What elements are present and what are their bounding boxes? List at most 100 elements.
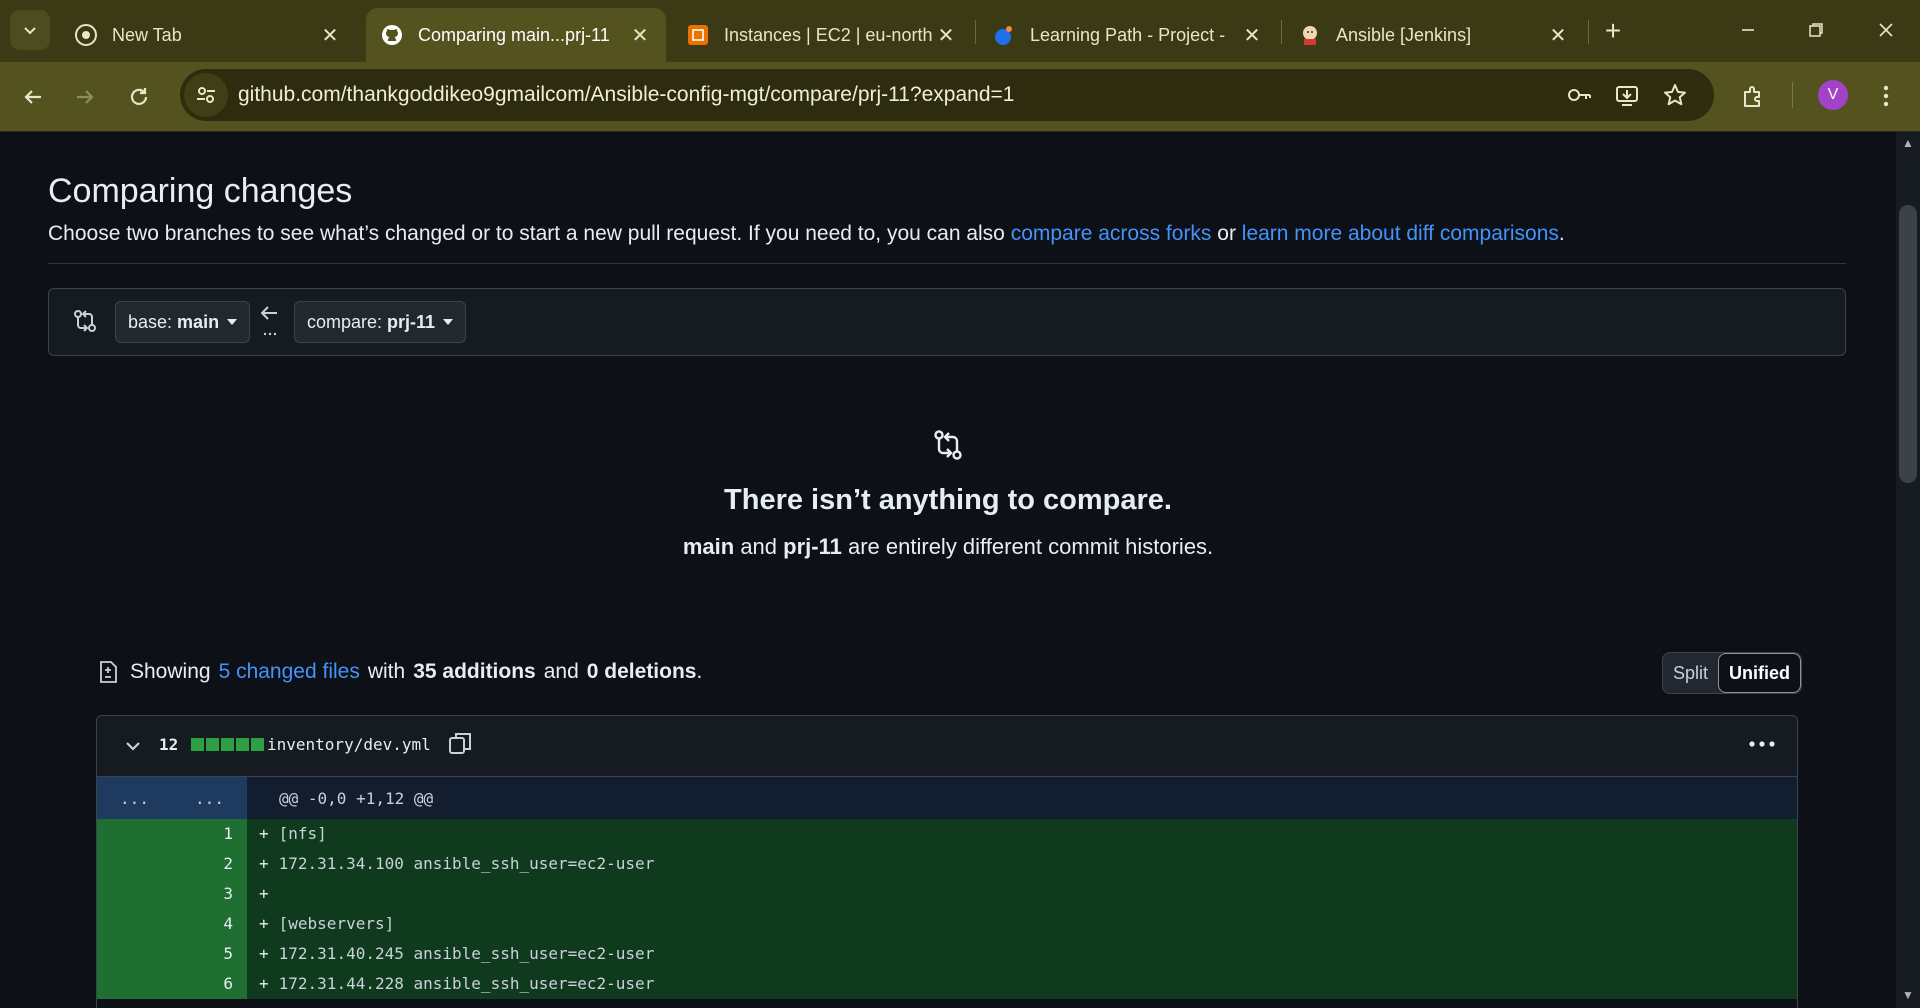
base-branch-name: main xyxy=(177,311,220,332)
diffstat-block xyxy=(236,738,249,751)
diff-line: 3 + xyxy=(97,879,1797,909)
github-compare-page: Comparing changes Choose two branches to… xyxy=(0,132,1896,1008)
tab-search-button[interactable] xyxy=(10,10,50,50)
address-bar[interactable]: github.com/thankgoddikeo9gmailcom/Ansibl… xyxy=(180,69,1714,121)
and-text: and xyxy=(740,534,778,559)
tune-icon xyxy=(197,87,215,103)
lead-text: or xyxy=(1211,222,1242,245)
with-text: with xyxy=(367,660,406,683)
addition-marker: + xyxy=(259,854,269,873)
new-tab-button[interactable]: + xyxy=(1596,14,1630,48)
chevron-down-icon[interactable] xyxy=(123,736,143,756)
tab-title: Learning Path - Project - xyxy=(1030,24,1226,45)
old-line-number xyxy=(97,969,172,999)
base-branch-button[interactable]: base: main xyxy=(115,301,251,343)
blankslate-title: There isn’t anything to compare. xyxy=(724,484,1172,516)
profile-avatar[interactable]: V xyxy=(1818,80,1848,110)
period-text: . xyxy=(696,660,703,683)
tab-strip: New Tab ✕ Comparing main...prj-11 ✕ Inst… xyxy=(0,0,1920,62)
old-line-number xyxy=(97,909,172,939)
plus-icon: + xyxy=(1604,15,1622,46)
minimize-button[interactable] xyxy=(1720,8,1776,52)
file-name-link[interactable]: inventory/dev.yml xyxy=(267,735,431,754)
old-line-number xyxy=(97,879,172,909)
split-view-button[interactable]: Split xyxy=(1663,653,1718,693)
tab-learning-path[interactable]: Learning Path - Project - ✕ xyxy=(978,8,1278,62)
tab-title: New Tab xyxy=(112,24,182,45)
site-info-button[interactable] xyxy=(184,73,228,117)
expand-gutter-new[interactable]: ... xyxy=(172,777,247,819)
close-tab-icon[interactable]: ✕ xyxy=(934,23,958,47)
tab-separator xyxy=(1588,20,1589,44)
additions-count: 35 additions xyxy=(413,660,536,683)
close-window-button[interactable] xyxy=(1858,8,1914,52)
close-tab-icon[interactable]: ✕ xyxy=(1546,23,1570,47)
close-tab-icon[interactable]: ✕ xyxy=(628,23,652,47)
branch-a: main xyxy=(682,534,735,559)
diff-line: 2 +172.31.34.100 ansible_ssh_user=ec2-us… xyxy=(97,849,1797,879)
line-text: 172.31.34.100 ansible_ssh_user=ec2-user xyxy=(278,854,655,873)
blankslate-description: main and prj-11 are entirely different c… xyxy=(0,534,1896,560)
more-menu-icon[interactable] xyxy=(1866,76,1906,116)
tab-new-tab[interactable]: New Tab ✕ xyxy=(60,8,356,62)
tab-jenkins[interactable]: Ansible [Jenkins] ✕ xyxy=(1284,8,1584,62)
restore-button[interactable] xyxy=(1788,8,1844,52)
new-line-number[interactable]: 2 xyxy=(172,849,247,879)
line-text: 172.31.44.228 ansible_ssh_user=ec2-user xyxy=(278,974,655,993)
line-code: +172.31.34.100 ansible_ssh_user=ec2-user xyxy=(247,849,1797,879)
branch-b: prj-11 xyxy=(783,534,842,559)
addition-marker: + xyxy=(259,944,269,963)
hunk-header: ... ... @@ -0,0 +1,12 @@ xyxy=(97,777,1797,819)
file-diff: 12 inventory/dev.yml ... ... @@ -0,0 +1,… xyxy=(96,715,1798,1008)
arrow-left-icon xyxy=(259,303,281,339)
github-icon xyxy=(380,23,404,47)
reload-button[interactable] xyxy=(118,76,160,118)
line-text: 172.31.40.245 ansible_ssh_user=ec2-user xyxy=(278,944,655,963)
compare-across-forks-link[interactable]: compare across forks xyxy=(1011,222,1212,245)
compare-branch-button[interactable]: compare: prj-11 xyxy=(294,301,467,343)
bookmark-star-icon[interactable] xyxy=(1658,78,1692,112)
page-title: Comparing changes xyxy=(48,172,353,210)
back-button[interactable] xyxy=(12,76,54,118)
changed-files-link[interactable]: 5 changed files xyxy=(219,660,360,684)
scroll-up-arrow-icon[interactable]: ▲ xyxy=(1900,136,1916,152)
password-key-icon[interactable] xyxy=(1562,78,1596,112)
old-line-number xyxy=(97,819,172,849)
tab-github-compare[interactable]: Comparing main...prj-11 ✕ xyxy=(366,8,666,62)
line-code: + [nfs] xyxy=(247,819,1797,849)
scroll-down-arrow-icon[interactable]: ▼ xyxy=(1900,988,1916,1004)
git-compare-icon xyxy=(930,427,966,463)
copy-icon[interactable] xyxy=(447,730,473,756)
addition-marker: + xyxy=(259,974,269,993)
diffstat-blocks xyxy=(191,738,264,751)
hunk-header-text: @@ -0,0 +1,12 @@ xyxy=(279,788,434,808)
install-app-icon[interactable] xyxy=(1610,78,1644,112)
new-line-number[interactable]: 6 xyxy=(172,969,247,999)
close-tab-icon[interactable]: ✕ xyxy=(1240,23,1264,47)
kebab-horizontal-icon[interactable] xyxy=(1747,734,1777,754)
compare-branch-name: prj-11 xyxy=(387,311,436,332)
description-suffix: are entirely different commit histories. xyxy=(847,534,1214,559)
line-text: [nfs] xyxy=(278,824,327,843)
diff-summary: Showing 5 changed files with 35 addition… xyxy=(96,660,702,684)
caret-down-icon xyxy=(443,319,454,325)
old-line-number xyxy=(97,939,172,969)
diff-comparisons-help-link[interactable]: learn more about diff comparisons xyxy=(1242,222,1559,245)
tab-ec2-instances[interactable]: Instances | EC2 | eu-north ✕ xyxy=(672,8,972,62)
new-line-number[interactable]: 5 xyxy=(172,939,247,969)
new-line-number[interactable]: 4 xyxy=(172,909,247,939)
restore-icon xyxy=(1809,23,1823,37)
scrollbar-thumb[interactable] xyxy=(1899,205,1917,483)
new-line-number[interactable]: 3 xyxy=(172,879,247,909)
file-header: 12 inventory/dev.yml xyxy=(97,716,1797,777)
expand-gutter-old[interactable]: ... xyxy=(97,777,172,819)
forward-button[interactable] xyxy=(64,76,106,118)
git-compare-icon xyxy=(71,307,99,335)
extensions-icon[interactable] xyxy=(1733,76,1773,116)
unified-view-button[interactable]: Unified xyxy=(1718,653,1802,693)
divider xyxy=(48,263,1846,264)
range-editor: base: main compare: prj-11 xyxy=(48,288,1846,356)
close-tab-icon[interactable]: ✕ xyxy=(318,23,342,47)
url-text[interactable]: github.com/thankgoddikeo9gmailcom/Ansibl… xyxy=(238,83,1014,107)
new-line-number[interactable]: 1 xyxy=(172,819,247,849)
